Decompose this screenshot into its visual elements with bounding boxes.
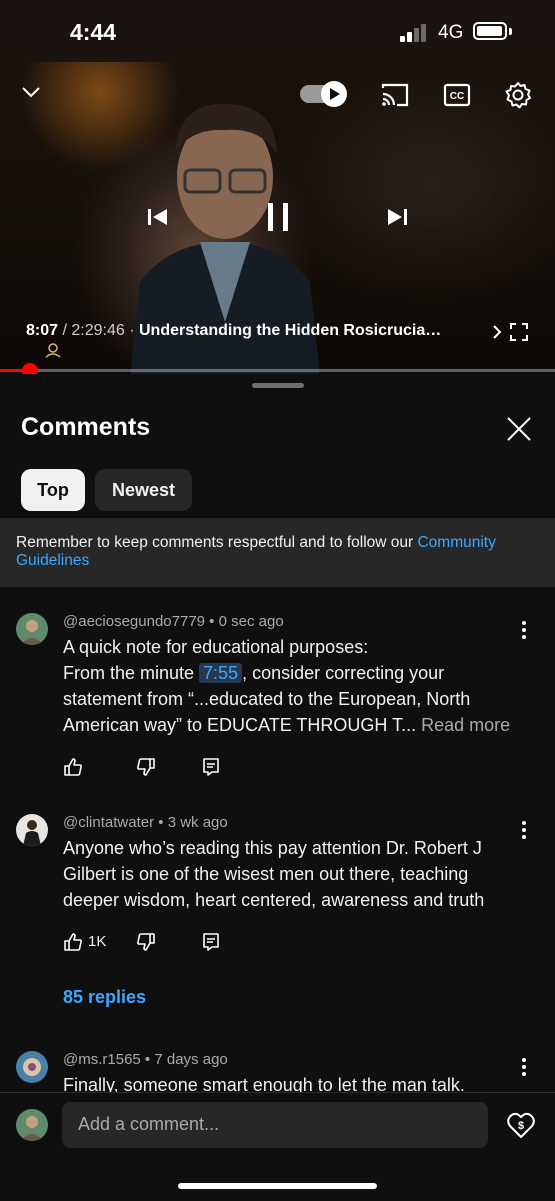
progress-track[interactable] xyxy=(0,369,555,372)
chapter-marker-icon xyxy=(45,343,61,358)
comment-line: deeper wisdom, heart centered, awareness… xyxy=(63,890,485,910)
timestamp-link[interactable]: 7:55 xyxy=(199,663,243,683)
comment-text: A quick note for educational purposes: F… xyxy=(63,634,533,738)
battery-tip xyxy=(509,28,512,35)
comment-author[interactable]: @ms.r1565 xyxy=(63,1051,141,1068)
cast-icon[interactable] xyxy=(380,82,410,108)
autoplay-toggle[interactable] xyxy=(300,80,350,108)
tab-top[interactable]: Top xyxy=(21,469,85,511)
chevron-down-icon[interactable] xyxy=(20,84,42,100)
dislike-icon[interactable] xyxy=(136,932,156,952)
view-replies-link[interactable]: 85 replies xyxy=(63,987,146,1008)
comment-meta: @ms.r1565 • 7 days ago xyxy=(63,1051,228,1068)
video-time-title[interactable]: 8:07 / 2:29:46 · Understanding the Hidde… xyxy=(26,322,441,340)
guidelines-text: Remember to keep comments respectful and… xyxy=(16,534,541,570)
super-thanks-icon[interactable]: $ xyxy=(506,1110,536,1140)
pause-icon[interactable] xyxy=(263,200,293,234)
comment-line: statement from “...educated to the Europ… xyxy=(63,689,471,709)
video-duration: 2:29:46 xyxy=(71,322,125,339)
comment-text: Anyone who’s reading this pay attention … xyxy=(63,835,533,913)
guidelines-message: Remember to keep comments respectful and… xyxy=(16,534,418,551)
comment-age: 0 sec ago xyxy=(218,613,284,630)
chevron-right-icon[interactable] xyxy=(490,324,504,340)
like-icon[interactable] xyxy=(63,757,83,777)
reply-icon[interactable] xyxy=(201,932,221,952)
home-indicator xyxy=(178,1183,377,1189)
avatar-image xyxy=(16,1109,48,1141)
status-time: 4:44 xyxy=(70,19,117,45)
previous-icon[interactable] xyxy=(146,205,170,229)
comment-line: From the minute 7:55, consider correctin… xyxy=(63,660,533,686)
comment-author[interactable]: @aeciosegundo7779 xyxy=(63,613,205,630)
comment-line: American way” to EDUCATE THROUGH T... Re… xyxy=(63,712,533,738)
drag-handle[interactable] xyxy=(252,383,304,388)
like-icon[interactable] xyxy=(63,932,83,952)
user-avatar xyxy=(16,1109,48,1141)
comments-title: Comments xyxy=(21,413,151,441)
comment-line: Gilbert is one of the wisest men out the… xyxy=(63,864,469,884)
video-title: Understanding the Hidden Rosicrucia… xyxy=(138,322,442,339)
comment-meta: @aeciosegundo7779 • 0 sec ago xyxy=(63,613,284,630)
add-comment-placeholder: Add a comment... xyxy=(78,1114,220,1134)
network-type: 4G xyxy=(438,22,464,43)
reply-icon[interactable] xyxy=(201,757,221,777)
comment-age: 3 wk ago xyxy=(167,814,228,831)
avatar[interactable] xyxy=(16,1051,48,1083)
like-count: 1K xyxy=(88,933,107,950)
comment-line: Anyone who’s reading this pay attention … xyxy=(63,838,482,858)
comment-age: 7 days ago xyxy=(154,1051,228,1068)
comment-line-post: , consider correcting your xyxy=(242,663,445,683)
dislike-icon[interactable] xyxy=(136,757,156,777)
avatar[interactable] xyxy=(16,814,48,846)
gear-icon[interactable] xyxy=(504,81,532,109)
close-icon[interactable] xyxy=(506,416,532,442)
comment-author[interactable]: @clintatwater xyxy=(63,814,154,831)
comment-line-pre: From the minute xyxy=(63,663,200,683)
avatar[interactable] xyxy=(16,613,48,645)
battery-icon xyxy=(473,22,507,40)
avatar-image xyxy=(16,613,48,645)
comment-meta: @clintatwater • 3 wk ago xyxy=(63,814,228,831)
svg-text:$: $ xyxy=(518,1120,524,1132)
time-separator: / xyxy=(58,322,72,339)
tab-newest[interactable]: Newest xyxy=(95,469,192,511)
avatar-image xyxy=(16,1051,48,1083)
captions-icon[interactable]: CC xyxy=(443,83,471,107)
current-time: 8:07 xyxy=(26,322,59,339)
signal-icon xyxy=(400,24,426,42)
svg-text:CC: CC xyxy=(450,91,464,102)
avatar-image xyxy=(16,814,48,846)
fullscreen-icon[interactable] xyxy=(509,322,529,342)
comment-line: A quick note for educational purposes: xyxy=(63,637,369,657)
read-more-link[interactable]: Read more xyxy=(421,715,510,735)
comment-line-text: American way” to EDUCATE THROUGH T... xyxy=(63,715,422,735)
next-icon[interactable] xyxy=(385,205,409,229)
title-dot: · xyxy=(124,322,139,339)
